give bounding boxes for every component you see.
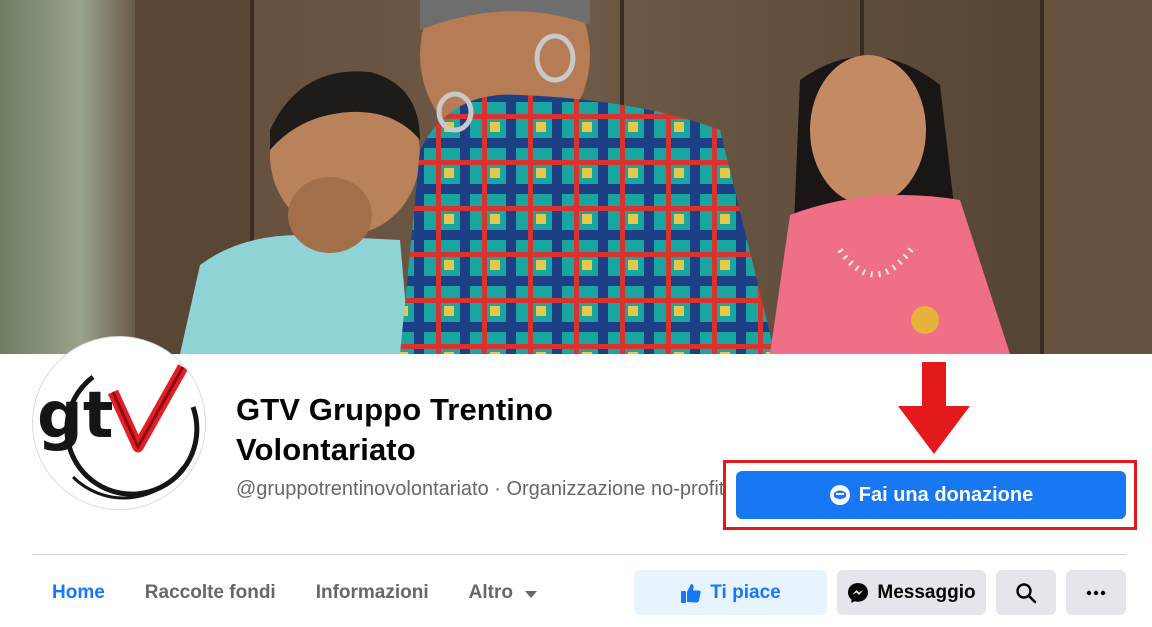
gtv-logo-icon: gt (33, 337, 205, 509)
more-dots-icon (1086, 590, 1106, 595)
tab-more[interactable]: Altro (449, 570, 557, 616)
page-tabs: Home Raccolte fondi Informazioni Altro (32, 570, 557, 616)
like-button[interactable]: Ti piace (634, 570, 827, 615)
message-button[interactable]: Messaggio (837, 570, 986, 615)
tab-home-label: Home (52, 582, 105, 603)
page-title: GTV Gruppo Trentino Volontariato (236, 392, 554, 467)
caret-down-icon (524, 590, 537, 598)
messenger-icon (848, 582, 869, 603)
search-button[interactable] (996, 570, 1056, 615)
annotation-down-arrow-icon (898, 362, 970, 454)
thumbs-up-icon (681, 583, 701, 603)
donation-icon (829, 485, 850, 505)
more-options-button[interactable] (1066, 570, 1126, 615)
donate-button-label: Fai una donazione (858, 483, 1034, 506)
svg-text:gt: gt (37, 379, 113, 453)
message-button-label: Messaggio (877, 581, 976, 603)
tab-more-label: Altro (468, 582, 513, 603)
tab-about[interactable]: Informazioni (296, 570, 449, 616)
page-avatar[interactable]: gt (33, 337, 205, 509)
page-handle-category: @gruppotrentinovolontariato · Organizzaz… (236, 478, 725, 500)
like-button-label: Ti piace (710, 581, 781, 603)
donate-button[interactable]: Fai una donazione (736, 471, 1126, 519)
tab-about-label: Informazioni (315, 582, 429, 603)
tab-home[interactable]: Home (32, 570, 125, 616)
tab-fundraisers[interactable]: Raccolte fondi (125, 570, 296, 616)
search-icon (1016, 582, 1037, 603)
section-divider (32, 554, 1126, 555)
cover-photo (0, 0, 1152, 354)
tab-fundraisers-label: Raccolte fondi (144, 582, 276, 603)
